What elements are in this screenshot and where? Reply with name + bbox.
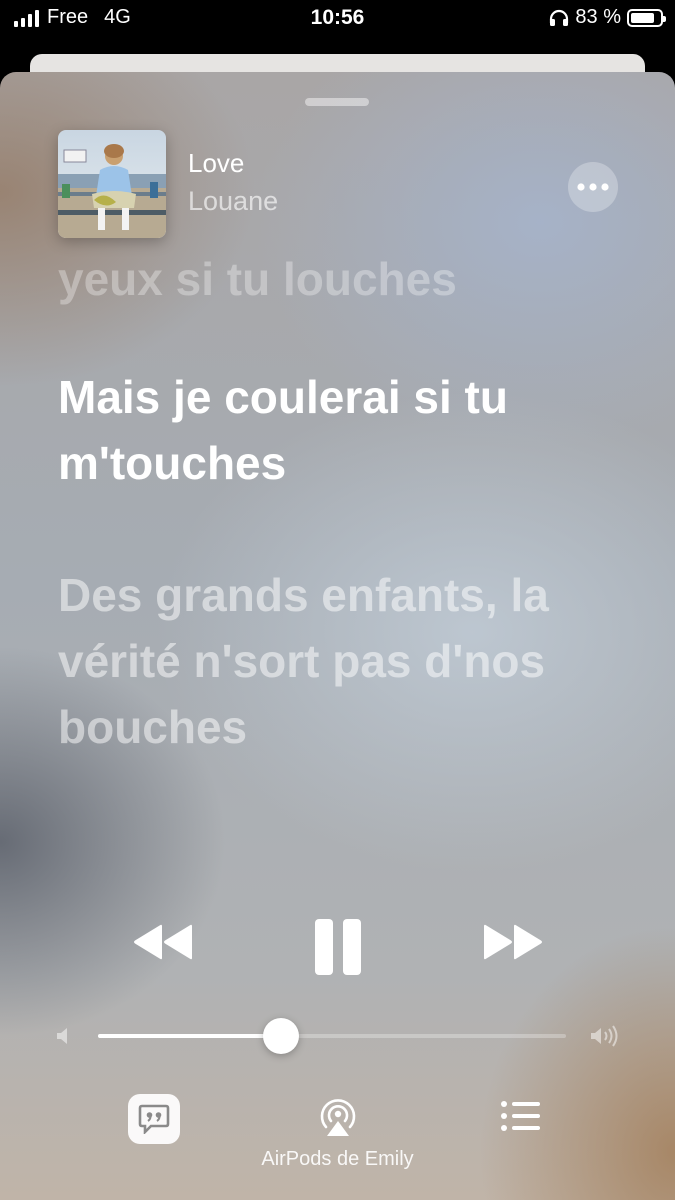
- rewind-icon: [134, 924, 192, 960]
- album-artwork[interactable]: [58, 130, 166, 238]
- volume-slider-fill: [98, 1034, 281, 1038]
- volume-slider-knob[interactable]: [263, 1018, 299, 1054]
- lyric-line-previous[interactable]: yeux si tu louches: [58, 246, 457, 312]
- lyric-line-current[interactable]: Mais je coulerai si tu m'touches: [58, 364, 618, 496]
- song-artist[interactable]: Louane: [188, 186, 278, 217]
- lyrics-quote-icon: [138, 1104, 170, 1134]
- fast-forward-icon: [484, 924, 542, 960]
- battery-icon: [627, 8, 666, 27]
- battery-percent: 83 %: [575, 6, 621, 28]
- ellipsis-icon: [577, 183, 609, 191]
- more-options-button[interactable]: [568, 162, 618, 212]
- queue-list-icon: [501, 1101, 540, 1131]
- sheet-grabber[interactable]: [305, 98, 369, 106]
- airplay-audio-icon: [320, 1099, 356, 1136]
- playback-controls: [0, 912, 675, 992]
- airplay-button[interactable]: [318, 1094, 358, 1140]
- volume-slider[interactable]: [98, 1018, 566, 1054]
- status-bar: Free 4G 10:56 83 %: [0, 0, 675, 38]
- headphones-icon: [550, 9, 569, 26]
- status-right: 83 %: [549, 6, 666, 29]
- artwork-image: [58, 130, 166, 238]
- pause-button[interactable]: [306, 912, 370, 982]
- airplay-device-label[interactable]: AirPods de Emily: [200, 1148, 475, 1171]
- bottom-toolbar: AirPods de Emily: [0, 1092, 675, 1192]
- battery-fill: [631, 12, 654, 23]
- song-title[interactable]: Love: [188, 148, 244, 179]
- volume-control: [54, 1016, 624, 1056]
- queue-button[interactable]: [500, 1098, 542, 1134]
- volume-low-icon: [57, 1028, 67, 1044]
- fast-forward-button[interactable]: [478, 912, 548, 972]
- lyrics-button[interactable]: [128, 1094, 180, 1144]
- rewind-button[interactable]: [128, 912, 198, 972]
- lyric-line-next[interactable]: Des grands enfants, la vérité n'sort pas…: [58, 562, 618, 760]
- volume-high-icon: [591, 1025, 618, 1047]
- pause-icon: [315, 919, 361, 975]
- now-playing-sheet: Love Louane yeux si tu louches Mais je c…: [0, 72, 675, 1200]
